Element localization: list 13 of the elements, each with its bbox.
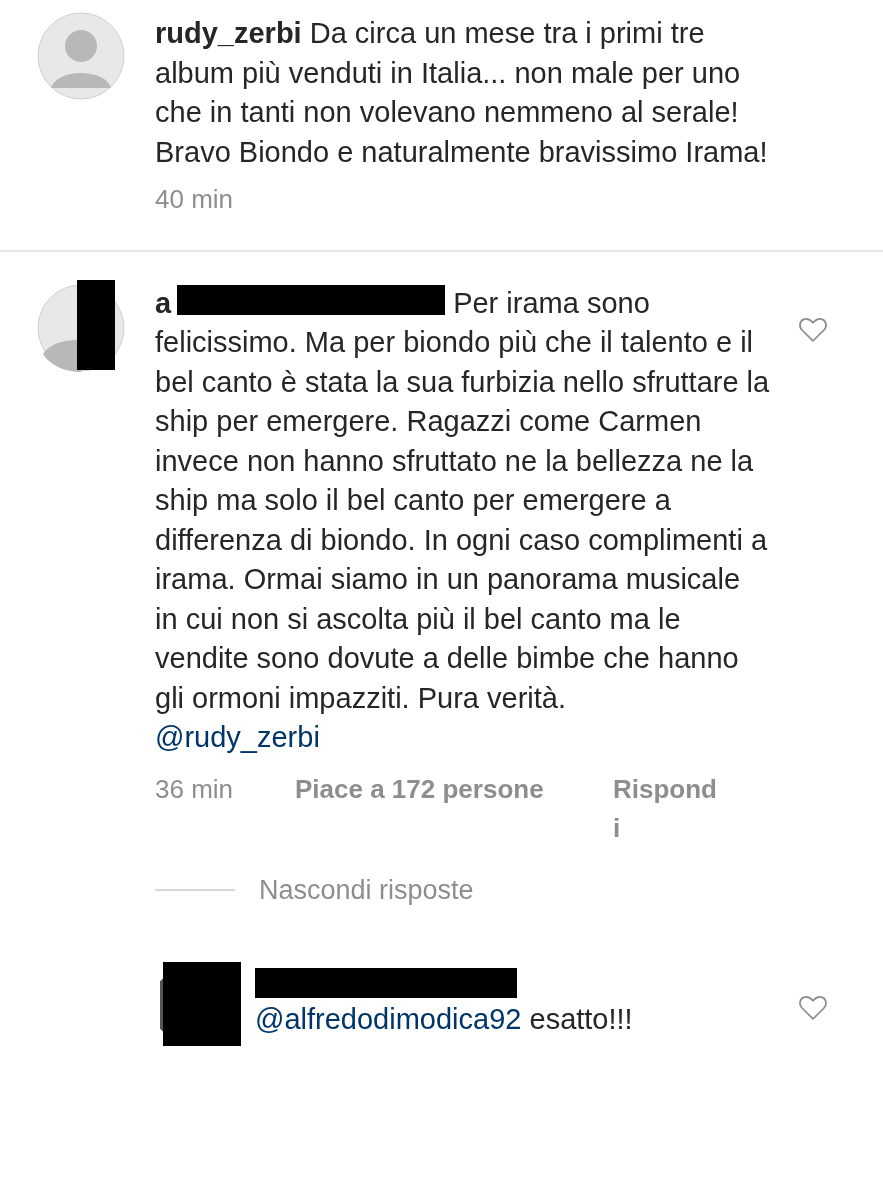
post-caption: rudy_zerbi Da circa un mese tra i primi tre album più venduti in Italia... non male per uno che in tanti non volevano nemmeno al serale! Bravo Biondo e naturalmente bravissimo Irama! [155,16,769,170]
hide-replies-link[interactable]: Nascondi risposte [259,870,474,910]
avatar[interactable] [37,12,125,100]
heart-icon[interactable] [798,993,828,1021]
mention-link[interactable]: @alfredodimodica92 [255,1003,522,1035]
mention-link[interactable]: @rudy_zerbi [155,721,320,753]
likes-count[interactable]: Piace a 172 persone [295,769,613,849]
timestamp: 36 min [155,772,235,806]
reply-link[interactable]: Rispondi [613,769,721,849]
timestamp: 40 min [155,183,235,216]
redacted-avatar[interactable] [37,279,125,372]
comment-text: a Per irama sono felicissimo. Ma per biondo più che il talento e il bel canto è stata la sua furbizia nello sfruttare la ship per emergere. Ragazzi come Carmen invece non hanno sfruttato ne la bellezza ne la ship ma solo il bel canto per emergere a differenza di biondo. In ogni caso complimenti a irama. Ormai siamo in un panorama musicale in cui non si ascolta più il bel canto ma le vendite sono dovute a delle bimbe che hanno gli ormoni impazziti. Pura verità. [155,283,770,716]
reply-text: esatto!!! [529,1003,633,1035]
